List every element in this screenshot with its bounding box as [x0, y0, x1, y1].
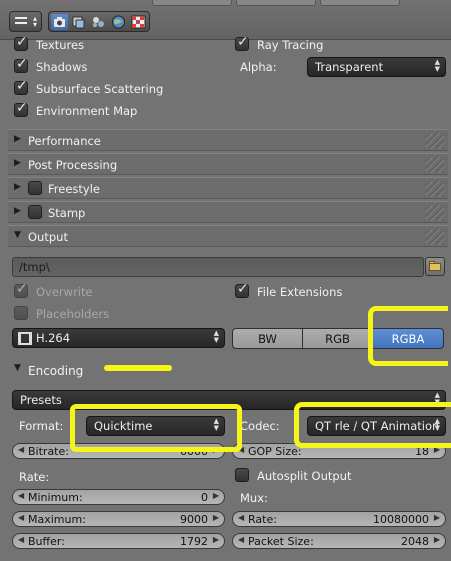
color-mode-rgb-button[interactable]: RGB	[302, 328, 373, 349]
mux-rate-field[interactable]: ◀ Rate: 10080000 ▶	[232, 511, 446, 527]
freestyle-panel-header[interactable]: ▶ Freestyle	[8, 177, 448, 199]
arrow-right-icon[interactable]: ▶	[434, 513, 440, 522]
triangle-down-icon: ▼	[14, 363, 21, 373]
arrow-left-icon[interactable]: ◀	[238, 535, 244, 544]
minimum-rate-field[interactable]: ◀ Minimum: 0 ▶	[12, 489, 225, 505]
overwrite-label: Overwrite	[36, 285, 93, 299]
triangle-right-icon: ▶	[14, 134, 21, 144]
drag-grip-icon[interactable]	[426, 229, 444, 245]
placeholders-checkbox[interactable]	[14, 306, 28, 320]
subsurface-checkbox[interactable]: ✓	[14, 78, 28, 95]
alpha-value: Transparent	[315, 60, 384, 74]
output-path-field[interactable]: /tmp\	[12, 257, 424, 277]
editor-type-menu[interactable]: ▴ ▾	[9, 11, 42, 32]
highlight-codec	[294, 402, 451, 448]
triangle-down-icon: ▼	[14, 230, 21, 240]
triangle-right-icon: ▶	[14, 182, 21, 192]
rate-heading: Rate:	[19, 470, 50, 484]
shadows-checkbox[interactable]: ✓	[14, 56, 28, 73]
post-processing-panel-header[interactable]: ▶ Post Processing	[8, 153, 448, 175]
drag-grip-icon[interactable]	[426, 181, 444, 197]
arrow-left-icon[interactable]: ◀	[238, 513, 244, 522]
overwrite-checkbox[interactable]: ✓	[14, 281, 28, 298]
file-extensions-label: File Extensions	[257, 285, 343, 299]
triangle-right-icon: ▶	[14, 158, 21, 168]
arrow-left-icon[interactable]: ◀	[18, 535, 24, 544]
environment-map-checkbox[interactable]: ✓	[14, 100, 28, 117]
buffer-field[interactable]: ◀ Buffer: 1792 ▶	[12, 533, 225, 549]
chevron-updown-icon: ▲ ▼	[434, 58, 440, 73]
freestyle-checkbox[interactable]	[28, 181, 42, 195]
folder-icon[interactable]	[425, 257, 445, 276]
texture-icon[interactable]	[130, 14, 147, 30]
properties-header: ▴ ▾	[0, 0, 451, 40]
highlight-format	[70, 404, 242, 452]
arrow-left-icon[interactable]: ◀	[18, 513, 24, 522]
stamp-panel-header[interactable]: ▶ Stamp	[8, 201, 448, 223]
arrow-right-icon[interactable]: ▶	[434, 535, 440, 544]
render-camera-icon[interactable]	[51, 14, 68, 30]
highlight-rgba	[368, 306, 448, 366]
alpha-dropdown[interactable]: Transparent ▲ ▼	[307, 57, 446, 77]
render-layers-icon[interactable]	[70, 14, 87, 30]
textures-checkbox[interactable]: ✓	[14, 34, 28, 51]
mux-heading: Mux:	[240, 491, 268, 505]
ray-tracing-label: Ray Tracing	[257, 38, 324, 52]
top-edge-button[interactable]	[152, 0, 232, 6]
top-edge-button[interactable]	[236, 0, 316, 6]
drag-grip-icon[interactable]	[426, 133, 444, 149]
performance-panel-header[interactable]: ▶ Performance	[8, 129, 448, 151]
drag-grip-icon[interactable]	[426, 205, 444, 221]
drag-grip-icon[interactable]	[426, 157, 444, 173]
ray-tracing-checkbox[interactable]: ✓	[235, 34, 249, 51]
alpha-label: Alpha:	[240, 60, 277, 74]
shadows-label: Shadows	[36, 60, 88, 74]
placeholders-label: Placeholders	[36, 307, 110, 321]
world-icon[interactable]	[110, 14, 127, 30]
stamp-checkbox[interactable]	[28, 205, 42, 219]
codec-label: Codec:	[240, 419, 280, 433]
packet-size-field[interactable]: ◀ Packet Size: 2048 ▶	[232, 533, 446, 549]
maximum-rate-field[interactable]: ◀ Maximum: 9000 ▶	[12, 511, 225, 527]
editor-type-icon	[15, 17, 27, 19]
file-extensions-checkbox[interactable]: ✓	[235, 281, 249, 298]
top-edge-button[interactable]	[320, 0, 400, 6]
chevron-updown-icon: ▲ ▼	[213, 329, 219, 344]
arrow-right-icon[interactable]: ▶	[213, 513, 219, 522]
arrow-right-icon[interactable]: ▶	[213, 535, 219, 544]
file-format-dropdown[interactable]: H.264 ▲ ▼	[12, 328, 225, 348]
triangle-right-icon: ▶	[14, 206, 21, 216]
arrow-left-icon[interactable]: ◀	[18, 445, 24, 454]
subsurface-label: Subsurface Scattering	[36, 82, 164, 96]
scene-icon[interactable]	[90, 14, 107, 30]
arrow-left-icon[interactable]: ◀	[18, 491, 24, 500]
format-label: Format:	[19, 419, 64, 433]
autosplit-checkbox[interactable]	[235, 468, 249, 482]
color-mode-bw-button[interactable]: BW	[232, 328, 303, 349]
output-panel-header[interactable]: ▼ Output	[8, 225, 448, 247]
context-tabs	[48, 11, 150, 32]
textures-label: Textures	[36, 38, 85, 52]
film-icon	[18, 332, 32, 345]
environment-map-label: Environment Map	[36, 104, 138, 118]
highlight-encoding-stroke	[104, 365, 172, 371]
autosplit-label: Autosplit Output	[257, 469, 352, 483]
arrow-right-icon[interactable]: ▶	[213, 491, 219, 500]
